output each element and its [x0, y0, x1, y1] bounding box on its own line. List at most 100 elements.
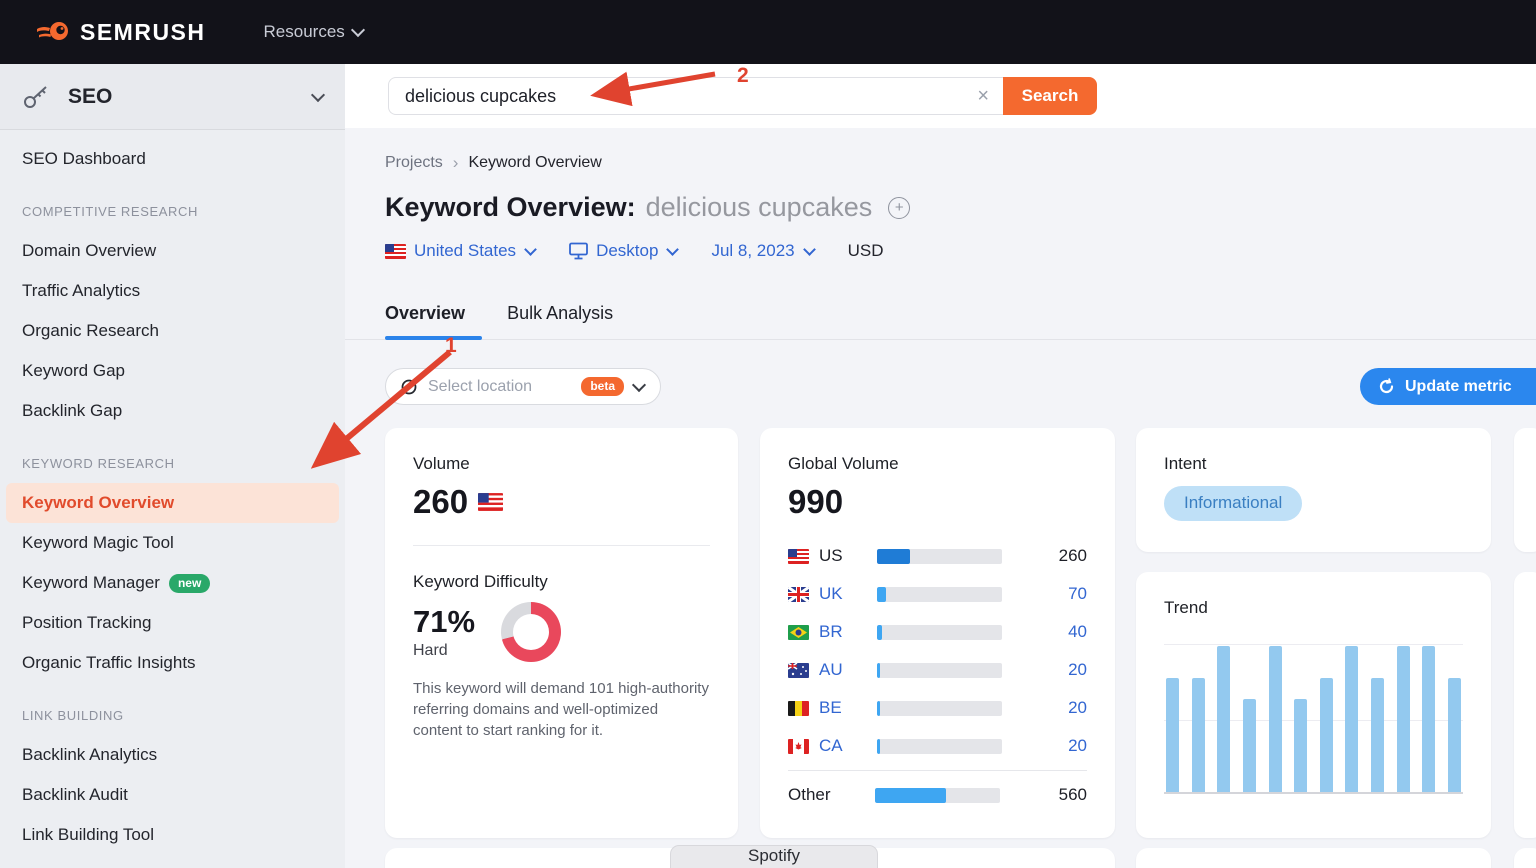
trend-bar	[1320, 678, 1333, 792]
volume-bar-fill	[875, 788, 946, 803]
chevron-down-icon	[632, 377, 646, 391]
trend-bar	[1192, 678, 1205, 792]
sidebar-seo-header[interactable]: SEO	[0, 64, 345, 130]
location-pin-icon	[400, 378, 418, 396]
country-code: BR	[819, 622, 859, 642]
partial-card	[1136, 848, 1491, 868]
chevron-down-icon	[803, 243, 816, 256]
sidebar-item-keyword-overview[interactable]: Keyword Overview	[6, 483, 339, 523]
select-location-placeholder: Select location	[428, 378, 571, 396]
semrush-logo[interactable]: SEMRUSH	[36, 19, 206, 46]
resources-label: Resources	[264, 22, 345, 42]
page-title: Keyword Overview: delicious cupcakes +	[385, 192, 910, 223]
volume-value: 20	[1012, 698, 1087, 718]
ca-flag-icon	[788, 739, 809, 754]
volume-bar	[877, 739, 1002, 754]
global-volume-card: Global Volume 990 US260UK70BR40AU20BE20C…	[760, 428, 1115, 838]
sidebar-item-backlink-analytics[interactable]: Backlink Analytics	[6, 735, 339, 775]
global-volume-row-br: BR40	[788, 613, 1087, 651]
search-input[interactable]	[403, 85, 963, 108]
difficulty-level: Hard	[413, 642, 475, 660]
select-location-dropdown[interactable]: Select location beta	[385, 368, 661, 405]
us-flag-icon	[385, 244, 406, 259]
refresh-icon	[1378, 378, 1395, 395]
sidebar-item-backlink-gap[interactable]: Backlink Gap	[6, 391, 339, 431]
new-badge: new	[169, 574, 210, 593]
volume-difficulty-card: Volume 260 Keyword Difficulty 71% Hard T…	[385, 428, 738, 838]
sidebar-item-label: Keyword Magic Tool	[22, 533, 174, 553]
trend-bar	[1345, 646, 1358, 792]
tab-bulk-analysis[interactable]: Bulk Analysis	[507, 303, 613, 339]
add-keyword-icon[interactable]: +	[888, 197, 910, 219]
sidebar-item-label: Domain Overview	[22, 241, 156, 261]
active-tab-underline	[385, 336, 482, 340]
top-bar: SEMRUSH Resources	[0, 0, 1536, 64]
us-flag-icon	[478, 493, 503, 511]
semrush-app: SEMRUSH Resources SEO SEO DashboardCOMPE…	[0, 0, 1536, 868]
country-filter[interactable]: United States	[385, 241, 535, 261]
page-title-keyword: delicious cupcakes	[646, 192, 873, 223]
trend-bar	[1422, 646, 1435, 792]
date-filter[interactable]: Jul 8, 2023	[711, 241, 813, 261]
volume-bar-fill	[877, 625, 882, 640]
sidebar-item-link-building-tool[interactable]: Link Building Tool	[6, 815, 339, 855]
global-volume-row-be: BE20	[788, 689, 1087, 727]
sidebar-item-keyword-manager[interactable]: Keyword Managernew	[6, 563, 339, 603]
global-volume-row-us: US260	[788, 537, 1087, 575]
partial-card	[1514, 428, 1536, 552]
card-divider	[413, 545, 710, 546]
spotify-tab-label: Spotify	[748, 846, 800, 866]
sidebar-item-label: Position Tracking	[22, 613, 151, 633]
sidebar-item-label: SEO Dashboard	[22, 149, 146, 169]
intent-title: Intent	[1164, 454, 1463, 474]
volume-value: 560	[1010, 785, 1087, 805]
filters-row: United States Desktop Jul 8, 2023 USD	[385, 241, 884, 261]
search-bar-row: × Search	[345, 64, 1536, 129]
difficulty-description: This keyword will demand 101 high-author…	[413, 678, 710, 741]
trend-bar	[1371, 678, 1384, 792]
difficulty-title: Keyword Difficulty	[413, 572, 710, 592]
global-volume-title: Global Volume	[788, 454, 1087, 474]
breadcrumb-current: Keyword Overview	[468, 154, 601, 172]
tabs: Overview Bulk Analysis	[385, 303, 613, 339]
sidebar-item-keyword-magic-tool[interactable]: Keyword Magic Tool	[6, 523, 339, 563]
breadcrumb-projects[interactable]: Projects	[385, 154, 443, 172]
volume-value: 20	[1012, 736, 1087, 756]
sidebar-item-position-tracking[interactable]: Position Tracking	[6, 603, 339, 643]
global-volume-row-other: Other560	[788, 776, 1087, 814]
sidebar-item-traffic-analytics[interactable]: Traffic Analytics	[6, 271, 339, 311]
currency-label: USD	[848, 241, 884, 261]
sidebar-item-organic-traffic-insights[interactable]: Organic Traffic Insights	[6, 643, 339, 683]
volume-bar	[877, 549, 1002, 564]
global-volume-value: 990	[788, 483, 843, 521]
search-button[interactable]: Search	[1003, 77, 1097, 115]
volume-bar-fill	[877, 739, 880, 754]
trend-bar	[1397, 646, 1410, 792]
partial-card	[1514, 848, 1536, 868]
volume-bar	[875, 788, 1000, 803]
sidebar-item-keyword-gap[interactable]: Keyword Gap	[6, 351, 339, 391]
sidebar-item-organic-research[interactable]: Organic Research	[6, 311, 339, 351]
clear-search-icon[interactable]: ×	[977, 86, 989, 106]
intent-badge: Informational	[1164, 486, 1302, 521]
us-flag-icon	[788, 549, 809, 564]
trend-bar	[1217, 646, 1230, 792]
chevron-down-icon	[351, 23, 365, 37]
sidebar-item-seo-dashboard[interactable]: SEO Dashboard	[6, 139, 339, 179]
trend-bar-chart	[1164, 644, 1463, 794]
spotify-window-tab[interactable]: Spotify	[670, 845, 878, 868]
sidebar-item-label: Backlink Analytics	[22, 745, 157, 765]
sidebar-item-bulk-analysis[interactable]: Bulk Analysis	[6, 855, 339, 868]
volume-bar-fill	[877, 549, 910, 564]
resources-menu[interactable]: Resources	[264, 22, 363, 42]
update-metrics-button[interactable]: Update metric	[1360, 368, 1536, 405]
volume-bar-fill	[877, 663, 880, 678]
trend-bar	[1243, 699, 1256, 792]
trend-title: Trend	[1164, 598, 1463, 618]
sidebar-item-backlink-audit[interactable]: Backlink Audit	[6, 775, 339, 815]
sidebar-item-label: Organic Research	[22, 321, 159, 341]
volume-bar-fill	[877, 587, 886, 602]
device-filter[interactable]: Desktop	[569, 241, 677, 261]
sidebar-item-label: Traffic Analytics	[22, 281, 140, 301]
sidebar-item-domain-overview[interactable]: Domain Overview	[6, 231, 339, 271]
